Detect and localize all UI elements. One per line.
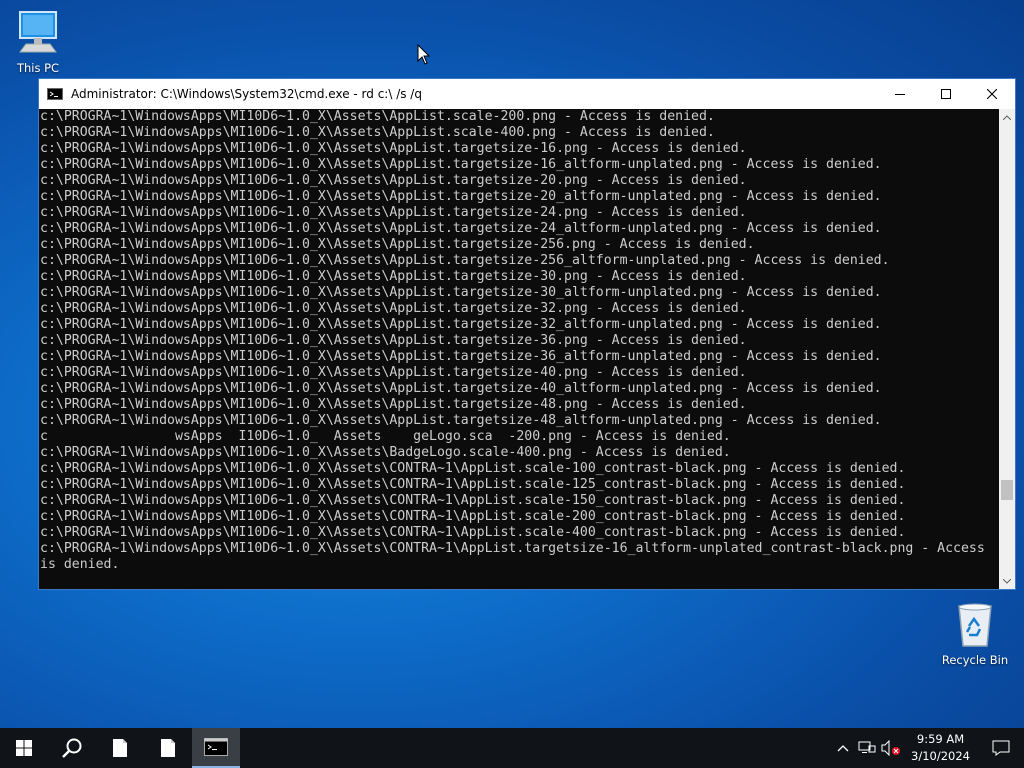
taskbar: 9:59 AM 3/10/2024 <box>0 728 1024 768</box>
cmd-app-icon <box>47 88 63 100</box>
minimize-button[interactable] <box>877 79 923 109</box>
taskbar-file-button[interactable] <box>144 728 192 768</box>
action-center-button[interactable] <box>978 728 1024 768</box>
desktop-icon-label: This PC <box>16 61 60 75</box>
clock-date: 3/10/2024 <box>911 749 970 763</box>
console-line: c:\PROGRA~1\WindowsApps\MI10D6~1.0_X\Ass… <box>40 349 882 364</box>
console-line: c:\PROGRA~1\WindowsApps\MI10D6~1.0_X\Ass… <box>40 125 715 140</box>
system-tray: 9:59 AM 3/10/2024 <box>831 728 1024 768</box>
console-line: c:\PROGRA~1\WindowsApps\MI10D6~1.0_X\Ass… <box>40 525 906 540</box>
console-line: c:\PROGRA~1\WindowsApps\MI10D6~1.0_X\Ass… <box>40 157 882 172</box>
desktop-icon-this-pc[interactable]: This PC <box>0 10 76 75</box>
desktop-icon-label: Recycle Bin <box>941 653 1009 667</box>
console-line: c:\PROGRA~1\WindowsApps\MI10D6~1.0_X\Ass… <box>40 109 715 124</box>
cmd-window[interactable]: Administrator: C:\Windows\System32\cmd.e… <box>38 78 1016 590</box>
console-line: c:\PROGRA~1\WindowsApps\MI10D6~1.0_X\Ass… <box>40 317 882 332</box>
taskbar-cmd-button[interactable] <box>192 728 240 768</box>
console-line: c:\PROGRA~1\WindowsApps\MI10D6~1.0_X\Ass… <box>40 333 747 348</box>
chevron-up-icon <box>837 745 849 752</box>
close-icon <box>987 89 997 99</box>
scroll-thumb[interactable] <box>1001 480 1013 501</box>
console-line: c:\PROGRA~1\WindowsApps\MI10D6~1.0_X\Ass… <box>40 253 890 268</box>
maximize-button[interactable] <box>923 79 969 109</box>
title-bar[interactable]: Administrator: C:\Windows\System32\cmd.e… <box>39 79 1015 109</box>
console-line: is denied. <box>40 557 120 572</box>
maximize-icon <box>941 89 951 99</box>
start-icon <box>16 740 32 756</box>
console-line: c:\PROGRA~1\WindowsApps\MI10D6~1.0_X\Ass… <box>40 397 747 412</box>
desktop-icon-recycle-bin[interactable]: Recycle Bin <box>937 602 1013 667</box>
search-icon <box>62 738 82 758</box>
console-line: c:\PROGRA~1\WindowsApps\MI10D6~1.0_X\Ass… <box>40 365 747 380</box>
console-line: c:\PROGRA~1\WindowsApps\MI10D6~1.0_X\Ass… <box>40 541 985 556</box>
console-line: c:\PROGRA~1\WindowsApps\MI10D6~1.0_X\Ass… <box>40 141 747 156</box>
file-icon <box>113 739 127 757</box>
notification-icon <box>992 740 1010 756</box>
console-line: c:\PROGRA~1\WindowsApps\MI10D6~1.0_X\Ass… <box>40 221 882 236</box>
chevron-down-icon <box>1003 578 1011 584</box>
clock-time: 9:59 AM <box>916 732 965 746</box>
minimize-icon <box>895 94 905 95</box>
console-line: c:\PROGRA~1\WindowsApps\MI10D6~1.0_X\Ass… <box>40 173 747 188</box>
search-button[interactable] <box>48 728 96 768</box>
window-title: Administrator: C:\Windows\System32\cmd.e… <box>71 87 422 101</box>
console-line: c:\PROGRA~1\WindowsApps\MI10D6~1.0_X\Ass… <box>40 237 755 252</box>
console-line: c:\PROGRA~1\WindowsApps\MI10D6~1.0_X\Ass… <box>40 493 906 508</box>
volume-button[interactable] <box>879 728 903 768</box>
file-icon <box>161 739 175 757</box>
console-line: c:\PROGRA~1\WindowsApps\MI10D6~1.0_X\Ass… <box>40 205 747 220</box>
computer-icon <box>19 11 57 53</box>
console-line: c:\PROGRA~1\WindowsApps\MI10D6~1.0_X\Ass… <box>40 413 882 428</box>
vertical-scrollbar[interactable] <box>999 109 1015 589</box>
scroll-down-button[interactable] <box>999 573 1015 589</box>
start-button[interactable] <box>0 728 48 768</box>
console-output[interactable]: c:\PROGRA~1\WindowsApps\MI10D6~1.0_X\Ass… <box>39 109 999 589</box>
console-line: c:\PROGRA~1\WindowsApps\MI10D6~1.0_X\Ass… <box>40 301 747 316</box>
console-line: c:\PROGRA~1\WindowsApps\MI10D6~1.0_X\Ass… <box>40 189 882 204</box>
network-icon <box>858 741 876 753</box>
recycle-bin-icon <box>958 603 992 647</box>
clock[interactable]: 9:59 AM 3/10/2024 <box>903 731 978 765</box>
scroll-up-button[interactable] <box>999 109 1015 125</box>
console-line: c:\PROGRA~1\WindowsApps\MI10D6~1.0_X\Ass… <box>40 477 906 492</box>
network-button[interactable] <box>855 728 879 768</box>
show-hidden-icons-button[interactable] <box>831 728 855 768</box>
console-line: c wsApps I10D6~1.0_ Assets geLogo.sca -2… <box>40 429 731 444</box>
console-line: c:\PROGRA~1\WindowsApps\MI10D6~1.0_X\Ass… <box>40 285 882 300</box>
console-line: c:\PROGRA~1\WindowsApps\MI10D6~1.0_X\Ass… <box>40 461 906 476</box>
console-line: c:\PROGRA~1\WindowsApps\MI10D6~1.0_X\Ass… <box>40 381 882 396</box>
volume-muted-icon <box>881 740 901 756</box>
console-line: c:\PROGRA~1\WindowsApps\MI10D6~1.0_X\Ass… <box>40 509 906 524</box>
close-button[interactable] <box>969 79 1015 109</box>
console-line: c:\PROGRA~1\WindowsApps\MI10D6~1.0_X\Ass… <box>40 445 731 460</box>
taskbar-file-button[interactable] <box>96 728 144 768</box>
mouse-cursor-icon <box>417 44 430 65</box>
chevron-up-icon <box>1003 114 1011 120</box>
cmd-icon <box>204 738 228 756</box>
console-line: c:\PROGRA~1\WindowsApps\MI10D6~1.0_X\Ass… <box>40 269 747 284</box>
